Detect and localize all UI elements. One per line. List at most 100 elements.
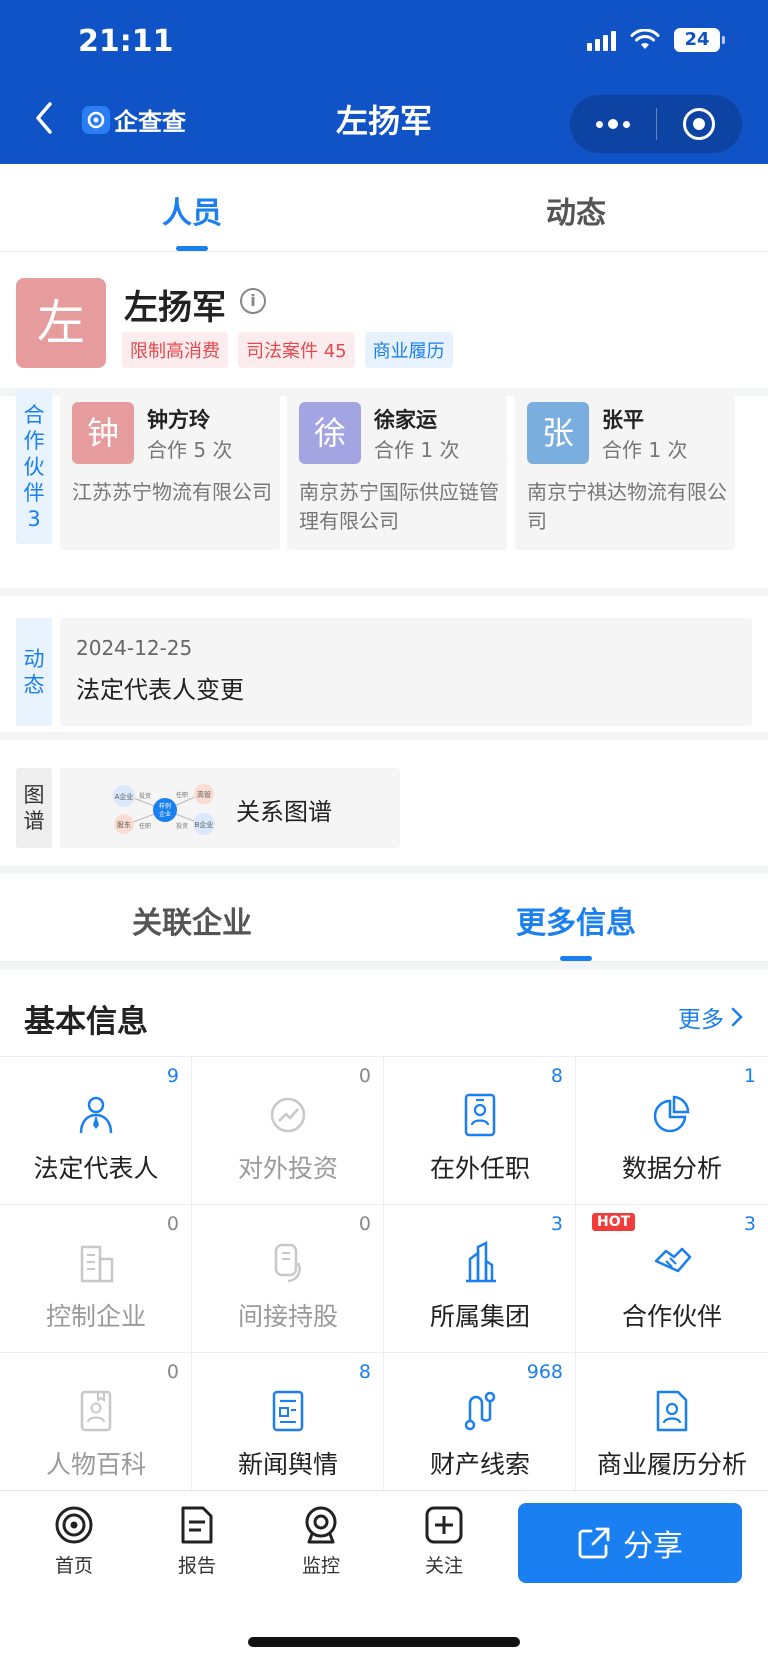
person-tags: 限制高消费 司法案件 45 商业履历	[122, 332, 453, 368]
encyclopedia-icon	[80, 1390, 112, 1432]
more-dots-icon	[595, 119, 630, 129]
status-time: 21:11	[78, 24, 174, 59]
person-tie-icon	[79, 1096, 113, 1134]
partner-avatar: 徐	[299, 402, 361, 464]
wifi-icon	[630, 29, 660, 49]
svg-text:A企业: A企业	[115, 792, 134, 801]
home-indicator	[248, 1637, 520, 1647]
grid-item-legal-rep[interactable]: 9 法定代表人	[0, 1057, 192, 1205]
status-icons: 24	[587, 28, 725, 52]
battery-icon: 24	[674, 28, 725, 52]
add-square-icon	[425, 1506, 463, 1544]
svg-text:股东: 股东	[117, 820, 131, 829]
partner-avatar: 张	[527, 402, 589, 464]
avatar: 左	[16, 278, 106, 368]
more-link[interactable]: 更多	[678, 1000, 744, 1034]
info-grid: 9 法定代表人 0 对外投资 8 在外任职 1 数据分析 0 控制企业 0 间接…	[0, 1056, 768, 1501]
bottom-bar: 首页 报告 监控 关注 分享	[0, 1490, 768, 1662]
dynamic-section: 动态 2024-12-25 法定代表人变更	[0, 596, 768, 732]
dynamic-side-label[interactable]: 动态	[16, 618, 52, 726]
news-icon	[272, 1390, 304, 1432]
grid-item-property-clues[interactable]: 968 财产线索	[384, 1353, 576, 1501]
grid-item-group[interactable]: 3 所属集团	[384, 1205, 576, 1353]
target-icon	[683, 108, 716, 140]
partner-company: 江苏苏宁物流有限公司	[72, 480, 272, 504]
nav-home[interactable]: 首页	[34, 1505, 114, 1578]
grid-item-indirect-holdings[interactable]: 0 间接持股	[192, 1205, 384, 1353]
grid-item-external-positions[interactable]: 8 在外任职	[384, 1057, 576, 1205]
svg-text:任职: 任职	[139, 822, 151, 830]
dynamic-text: 法定代表人变更	[76, 676, 244, 704]
partner-avatar: 钟	[72, 402, 134, 464]
graph-section: 图谱 A企业 投资 任职 高管 样例 企业 股东 任职 投资 B企业 关系图谱	[0, 740, 768, 866]
report-icon	[181, 1506, 213, 1544]
grid-item-news[interactable]: 8 新闻舆情	[192, 1353, 384, 1501]
partners-section: 合作伙伴3 钟 钟方玲 合作 5 次 江苏苏宁物流有限公司 徐 徐家运 合作 1…	[0, 390, 768, 588]
basic-info-section: 基本信息 更多 9 法定代表人 0 对外投资 8 在外任职 1 数据分析 0 控…	[0, 970, 768, 1501]
group-building-icon	[466, 1241, 496, 1283]
tag-business-resume[interactable]: 商业履历	[364, 332, 453, 368]
relation-graph-label: 关系图谱	[236, 798, 332, 826]
share-icon	[578, 1527, 610, 1559]
investment-icon	[270, 1097, 306, 1133]
top-tabs: 人员 动态	[0, 164, 768, 252]
partner-name: 张平	[602, 408, 644, 432]
close-mini-program-button[interactable]	[657, 95, 743, 153]
partner-count: 合作 1 次	[602, 438, 688, 462]
grid-item-resume-analysis[interactable]: 商业履历分析	[576, 1353, 768, 1501]
svg-text:任职: 任职	[176, 791, 188, 799]
partner-card[interactable]: 徐 徐家运 合作 1 次 南京苏宁国际供应链管理有限公司	[287, 390, 507, 550]
partner-count: 合作 1 次	[374, 438, 460, 462]
signal-icon	[587, 29, 616, 51]
tag-restriction[interactable]: 限制高消费	[122, 332, 228, 368]
handshake-icon	[654, 1247, 692, 1273]
share-holding-icon	[274, 1243, 301, 1283]
top-header: 21:11 24 企查查 左扬军	[0, 0, 768, 164]
tab-dynamics[interactable]: 动态	[384, 164, 768, 251]
partner-company: 南京宁祺达物流有限公司	[527, 480, 727, 533]
tab-more-info[interactable]: 更多信息	[384, 874, 768, 961]
svg-text:B企业: B企业	[195, 820, 214, 829]
partner-count: 合作 5 次	[147, 438, 233, 462]
pie-chart-icon	[653, 1095, 690, 1133]
nav-monitor[interactable]: 监控	[281, 1505, 361, 1578]
partner-name: 徐家运	[374, 408, 437, 432]
partner-name: 钟方玲	[147, 408, 210, 432]
partner-card[interactable]: 张 张平 合作 1 次 南京宁祺达物流有限公司	[515, 390, 735, 550]
tab-people[interactable]: 人员	[0, 164, 384, 251]
grid-item-encyclopedia[interactable]: 0 人物百科	[0, 1353, 192, 1501]
partner-card[interactable]: 钟 钟方玲 合作 5 次 江苏苏宁物流有限公司	[60, 390, 280, 550]
share-button[interactable]: 分享	[518, 1503, 742, 1583]
nav-follow[interactable]: 关注	[404, 1505, 484, 1578]
svg-text:投资: 投资	[176, 822, 188, 830]
grid-item-data-analysis[interactable]: 1 数据分析	[576, 1057, 768, 1205]
person-name: 左扬军	[124, 288, 226, 328]
relation-graph-button[interactable]: A企业 投资 任职 高管 样例 企业 股东 任职 投资 B企业 关系图谱	[60, 768, 400, 848]
tag-lawsuits[interactable]: 司法案件 45	[238, 332, 355, 368]
id-card-icon	[464, 1093, 496, 1137]
graph-side-label[interactable]: 图谱	[16, 768, 52, 848]
info-tabs: 关联企业 更多信息	[0, 874, 768, 962]
section-title: 基本信息	[24, 1004, 148, 1040]
mini-program-capsule	[570, 95, 742, 153]
camera-icon	[305, 1506, 337, 1544]
building-icon	[80, 1245, 114, 1283]
grid-item-investments[interactable]: 0 对外投资	[192, 1057, 384, 1205]
partner-company: 南京苏宁国际供应链管理有限公司	[299, 480, 499, 533]
person-card: 左 左扬军 i 限制高消费 司法案件 45 商业履历	[0, 252, 768, 388]
hot-badge: HOT	[592, 1213, 636, 1231]
grid-item-controlled-companies[interactable]: 0 控制企业	[0, 1205, 192, 1353]
relation-graph-icon: A企业 投资 任职 高管 样例 企业 股东 任职 投资 B企业	[113, 784, 215, 835]
dynamic-date: 2024-12-25	[76, 636, 193, 660]
chevron-right-icon	[731, 1007, 743, 1027]
nav-report[interactable]: 报告	[157, 1505, 237, 1578]
grid-item-partners[interactable]: HOT 3 合作伙伴	[576, 1205, 768, 1353]
partners-side-label[interactable]: 合作伙伴3	[16, 390, 52, 544]
property-clue-icon	[464, 1391, 496, 1431]
dynamic-item[interactable]: 2024-12-25 法定代表人变更	[60, 618, 752, 726]
tab-related-companies[interactable]: 关联企业	[0, 874, 384, 961]
resume-analysis-icon	[656, 1390, 688, 1432]
more-menu-button[interactable]	[570, 95, 656, 153]
svg-text:企业: 企业	[159, 810, 171, 818]
info-icon[interactable]: i	[240, 288, 266, 314]
